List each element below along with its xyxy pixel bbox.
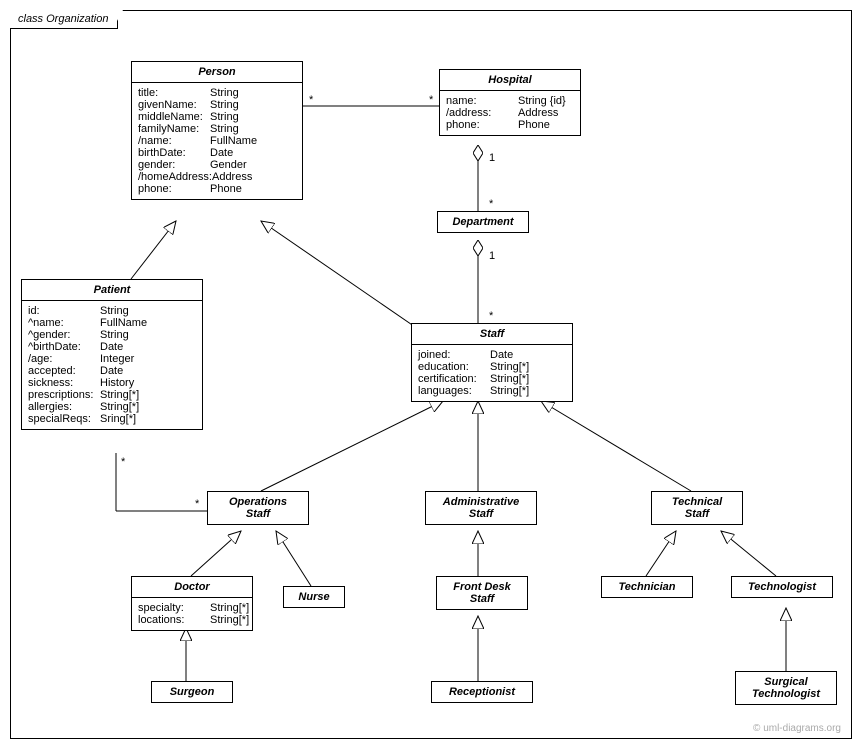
diagram-frame: class Organization * * 1 * 1 * bbox=[10, 10, 852, 739]
class-staff: Staff joined:Dateeducation:String[*]cert… bbox=[411, 323, 573, 402]
class-ops-staff: Operations Staff bbox=[207, 491, 309, 525]
class-hospital: Hospital name:String {id}/address:Addres… bbox=[439, 69, 581, 136]
credit: © uml-diagrams.org bbox=[753, 723, 841, 734]
class-department: Department bbox=[437, 211, 529, 233]
class-technician: Technician bbox=[601, 576, 693, 598]
svg-text:*: * bbox=[429, 94, 434, 106]
class-admin-staff: Administrative Staff bbox=[425, 491, 537, 525]
svg-text:*: * bbox=[121, 456, 126, 468]
svg-text:*: * bbox=[489, 310, 494, 322]
svg-text:*: * bbox=[489, 198, 494, 210]
class-surg-tech: Surgical Technologist bbox=[735, 671, 837, 705]
class-patient: Patient id:String^name:FullName^gender:S… bbox=[21, 279, 203, 430]
svg-text:*: * bbox=[195, 498, 200, 510]
class-doctor: Doctor specialty:String[*]locations:Stri… bbox=[131, 576, 253, 631]
class-technologist: Technologist bbox=[731, 576, 833, 598]
svg-text:1: 1 bbox=[489, 152, 495, 164]
class-receptionist: Receptionist bbox=[431, 681, 533, 703]
class-person: Person title:StringgivenName:Stringmiddl… bbox=[131, 61, 303, 200]
svg-text:*: * bbox=[309, 94, 314, 106]
class-nurse: Nurse bbox=[283, 586, 345, 608]
class-front-desk: Front Desk Staff bbox=[436, 576, 528, 610]
class-tech-staff: Technical Staff bbox=[651, 491, 743, 525]
frame-label: class Organization bbox=[10, 10, 118, 29]
class-surgeon: Surgeon bbox=[151, 681, 233, 703]
svg-text:1: 1 bbox=[489, 250, 495, 262]
